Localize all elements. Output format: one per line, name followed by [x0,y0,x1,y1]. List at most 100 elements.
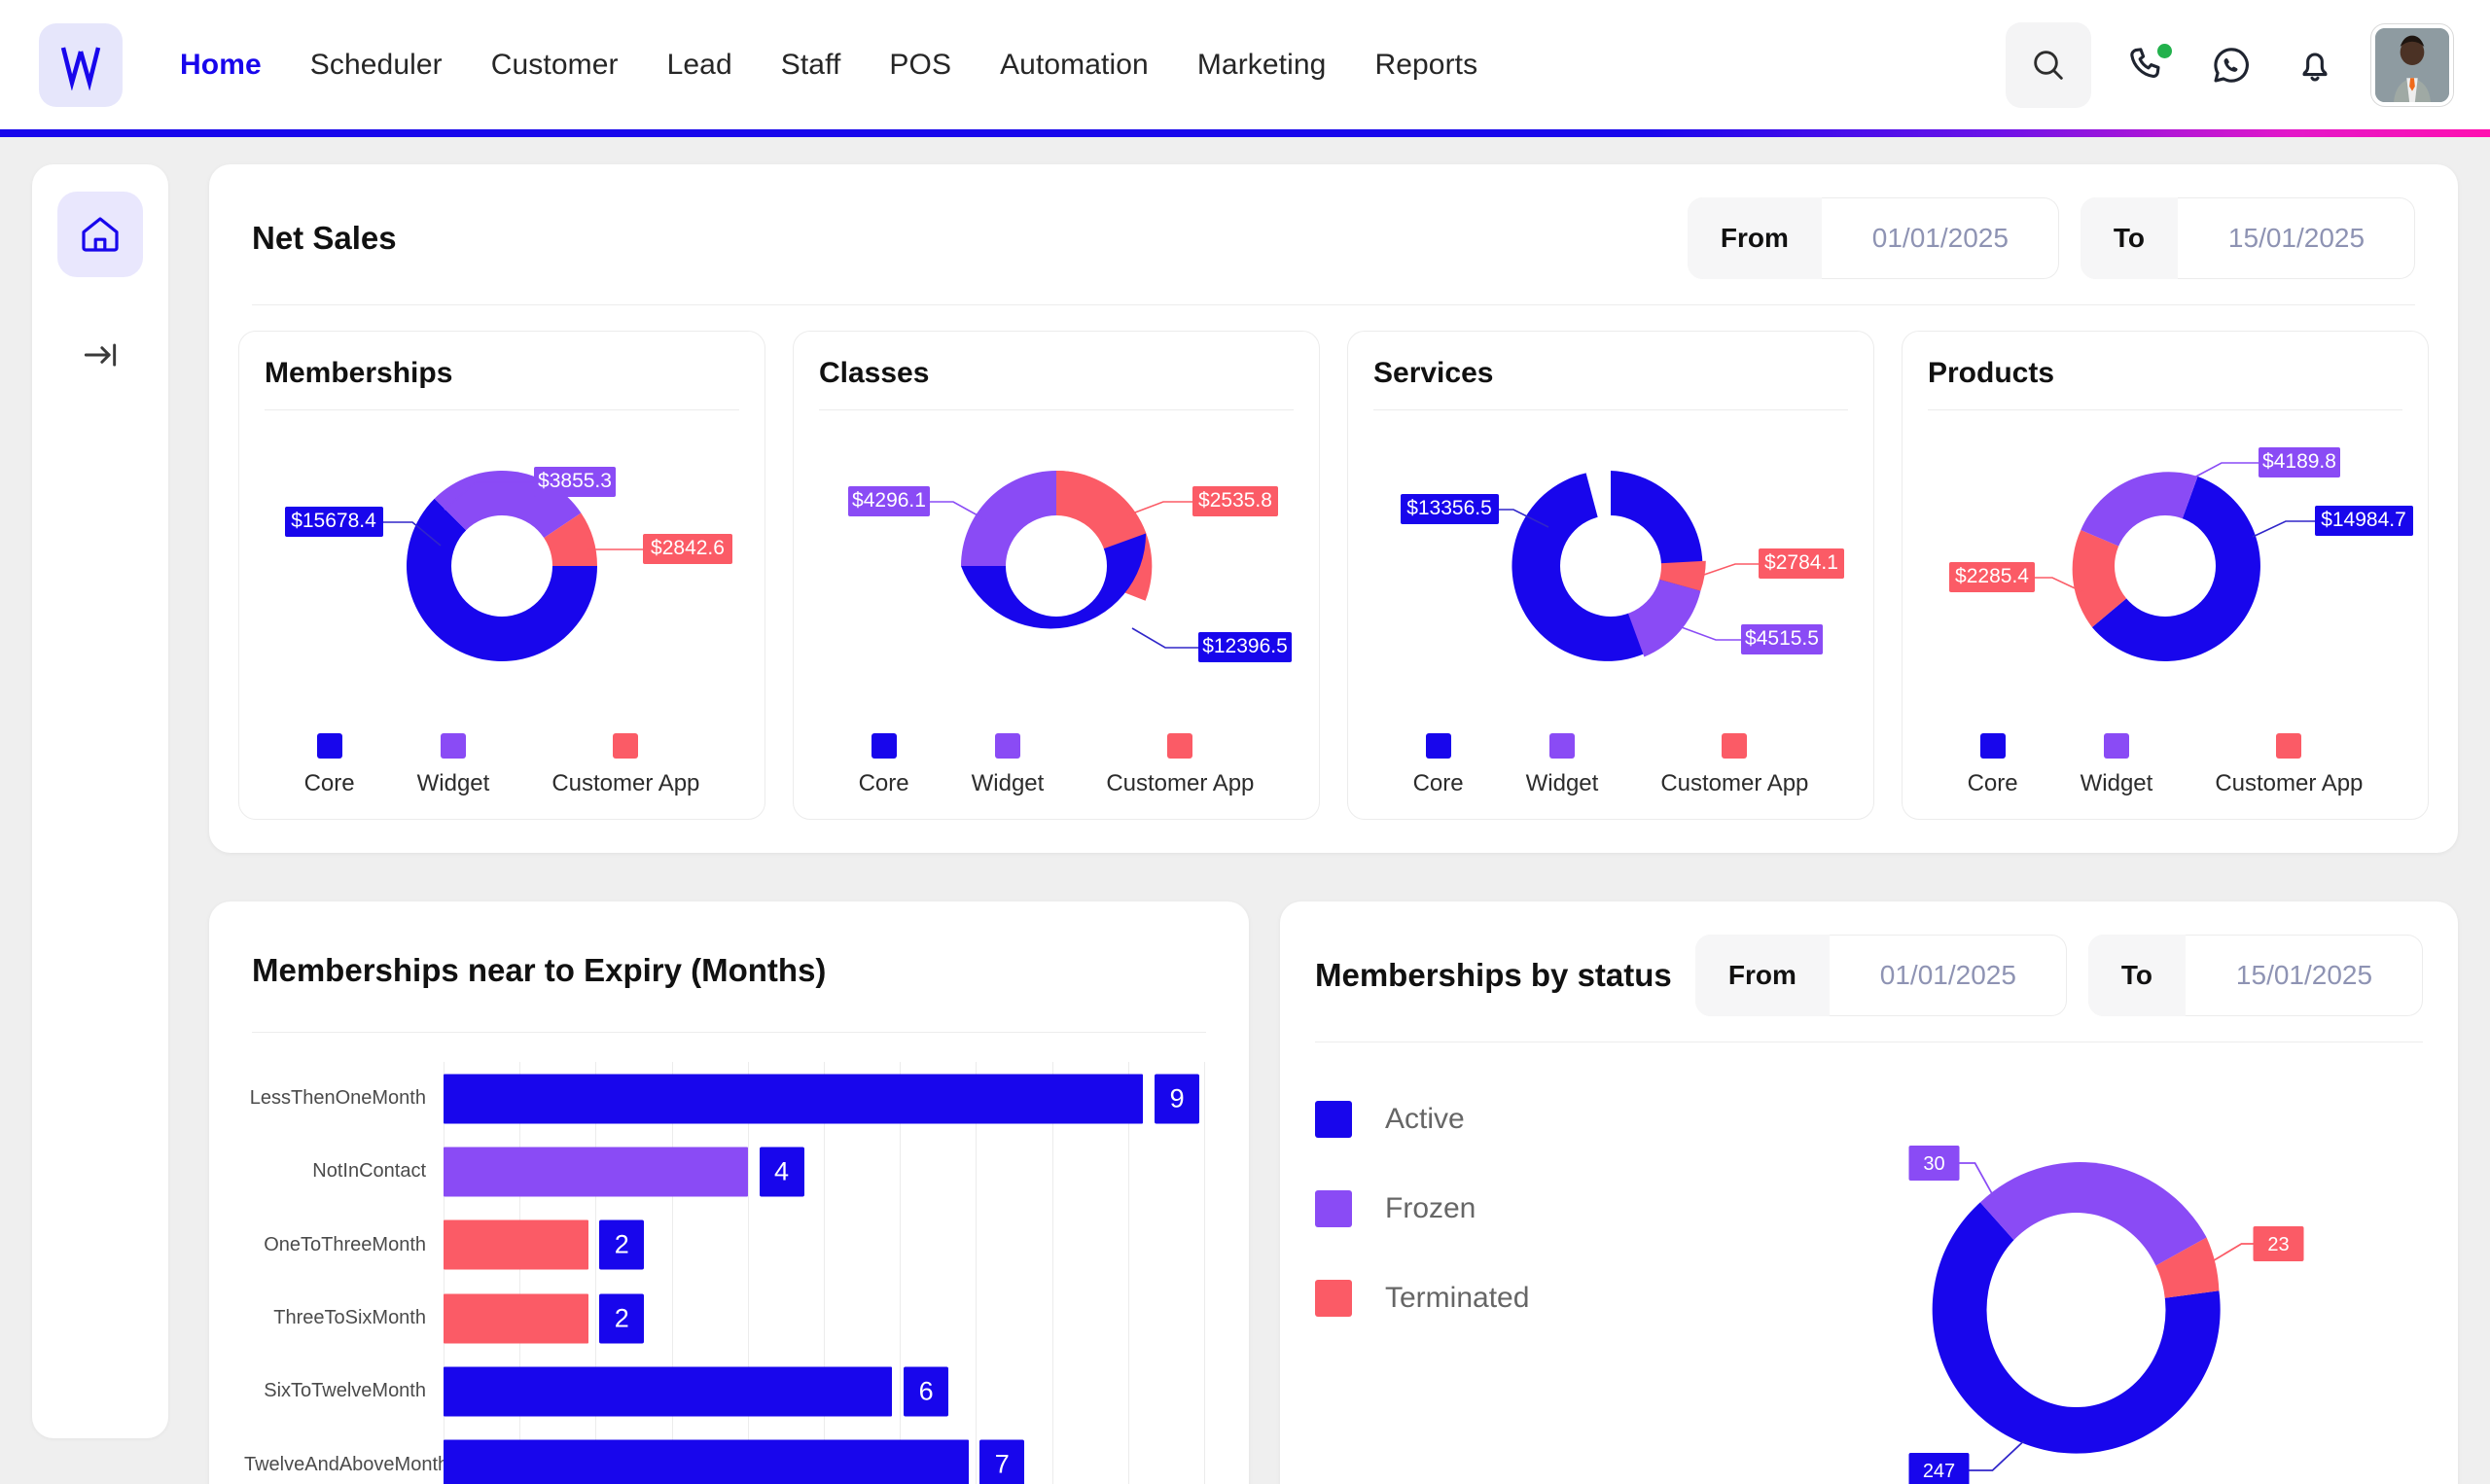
legend-item-widget[interactable]: Widget [417,733,489,797]
status-label-frozen: Frozen [1385,1192,1476,1224]
notification-bell-icon [2302,53,2328,81]
net-sales-from-field[interactable]: From 01/01/2025 [1687,197,2059,279]
bar-fill[interactable] [444,1074,1144,1124]
donut-value-customerapp-classes: $2535.8 [1198,489,1272,512]
net-sales-donut-row: Memberships $3855.3 $15678.4 $2842.6 Cor… [209,305,2458,853]
bar-fill[interactable] [444,1439,969,1484]
bar-value-badge: 7 [979,1439,1025,1484]
status-legend-item-terminated[interactable]: Terminated [1315,1280,1724,1317]
legend-item-core[interactable]: Core [1968,733,2018,797]
status-from-field[interactable]: From 01/01/2025 [1694,935,2067,1016]
nav-item-staff[interactable]: Staff [757,43,866,88]
donut-title-memberships: Memberships [265,357,453,389]
to-date-value[interactable]: 15/01/2025 [2178,197,2415,279]
net-sales-to-field[interactable]: To 15/01/2025 [2080,197,2415,279]
donut-value-core-memberships: $15678.4 [291,510,376,532]
nav-item-automation[interactable]: Automation [976,43,1173,88]
legend-swatch-widget [440,733,466,759]
legend-item-customer-app[interactable]: Customer App [1660,733,1808,797]
donut-legend-classes: Core Widget Customer App [819,733,1294,797]
bar-fill[interactable] [444,1293,588,1344]
expiry-bar-chart: LessThenOneMonth 9 NotInContact 4 OneToT… [209,1033,1249,1484]
legend-label-core: Core [858,770,909,796]
legend-item-core[interactable]: Core [1413,733,1464,797]
legend-item-widget[interactable]: Widget [2080,733,2153,797]
status-swatch-active [1315,1101,1352,1138]
bar-category-label: NotInContact [312,1160,426,1183]
status-legend-item-active[interactable]: Active [1315,1101,1724,1138]
from-date-value[interactable]: 01/01/2025 [1830,935,2067,1016]
nav-item-lead[interactable]: Lead [643,43,757,88]
legend-swatch-core [871,733,897,759]
main-nav: Home Scheduler Customer Lead Staff POS A… [156,43,1502,88]
sidebar-item-home[interactable] [57,192,143,277]
bar-value-badge: 9 [1155,1074,1200,1124]
donut-value-customerapp-products: $2285.4 [1955,565,2029,587]
legend-item-customer-app[interactable]: Customer App [2215,733,2363,797]
legend-item-customer-app[interactable]: Customer App [551,733,699,797]
legend-swatch-widget [1548,733,1575,759]
top-navigation-bar: Home Scheduler Customer Lead Staff POS A… [0,0,2490,129]
donut-value-widget-services: $4515.5 [1745,627,1819,650]
donut-title-classes: Classes [819,357,930,389]
home-icon [82,217,119,252]
nav-item-marketing[interactable]: Marketing [1173,43,1351,88]
legend-label-widget: Widget [2080,770,2153,796]
bar-row: ThreeToSixMonth 2 [244,1282,1204,1355]
nav-item-home[interactable]: Home [156,43,286,88]
status-legend: Active Frozen Terminated [1315,1062,1724,1484]
from-label: From [1694,935,1830,1016]
user-avatar[interactable] [2371,23,2453,106]
bar-row: SixToTwelveMonth 6 [244,1355,1204,1428]
bar-fill[interactable] [444,1219,588,1270]
legend-label-core: Core [1412,770,1464,796]
nav-item-pos[interactable]: POS [865,43,976,88]
from-date-value[interactable]: 01/01/2025 [1822,197,2059,279]
legend-item-widget[interactable]: Widget [1526,733,1598,797]
legend-swatch-widget [994,733,1020,759]
donut-card-classes: Classes $4296.1 $2535.8 $12396.5 Core Wi… [793,331,1320,820]
call-button[interactable] [2120,38,2175,92]
status-value-terminated: 23 [2267,1234,2289,1255]
legend-item-widget[interactable]: Widget [971,733,1045,797]
status-value-active: 247 [1923,1461,1955,1482]
to-date-value[interactable]: 15/01/2025 [2186,935,2423,1016]
card-divider [1928,409,2402,410]
bar-category-label: LessThenOneMonth [249,1087,426,1110]
bar-row: NotInContact 4 [244,1135,1204,1208]
from-label: From [1687,197,1822,279]
legend-label-customer-app: Customer App [2215,770,2364,796]
to-label: To [2080,197,2178,279]
legend-swatch-customer-app [1722,733,1748,759]
legend-item-core[interactable]: Core [304,733,355,797]
nav-item-reports[interactable]: Reports [1350,43,1502,88]
legend-label-customer-app: Customer App [551,770,700,796]
legend-label-core: Core [1967,770,2018,796]
app-logo[interactable] [39,22,123,107]
legend-label-widget: Widget [971,770,1045,796]
search-button[interactable] [2006,21,2091,108]
sidebar-collapse-toggle[interactable] [57,312,143,398]
bar-category-label: SixToTwelveMonth [264,1380,426,1402]
nav-item-scheduler[interactable]: Scheduler [286,43,467,88]
donut-card-memberships: Memberships $3855.3 $15678.4 $2842.6 Cor… [238,331,765,820]
status-title: Memberships by status [1315,957,1672,993]
legend-swatch-customer-app [2276,733,2302,759]
notifications-button[interactable] [2288,38,2342,92]
bar-fill[interactable] [444,1147,748,1197]
bar-category-label: OneToThreeMonth [264,1233,426,1255]
status-to-field[interactable]: To 15/01/2025 [2087,935,2423,1016]
nav-item-customer[interactable]: Customer [467,43,643,88]
donut-title-products: Products [1928,357,2055,389]
legend-item-customer-app[interactable]: Customer App [1106,733,1254,797]
status-value-frozen: 30 [1923,1153,1944,1175]
bar-fill[interactable] [444,1366,893,1417]
memberships-expiry-panel: Memberships near to Expiry (Months) Less… [209,901,1249,1484]
header-gradient-divider [0,129,2490,137]
whatsapp-button[interactable] [2204,38,2259,92]
legend-item-core[interactable]: Core [859,733,909,797]
donut-chart-classes: $4296.1 $2535.8 $12396.5 [819,420,1294,712]
status-legend-item-frozen[interactable]: Frozen [1315,1190,1724,1227]
net-sales-title: Net Sales [252,220,397,256]
status-date-range: From 01/01/2025 To 15/01/2025 [1694,935,2423,1016]
